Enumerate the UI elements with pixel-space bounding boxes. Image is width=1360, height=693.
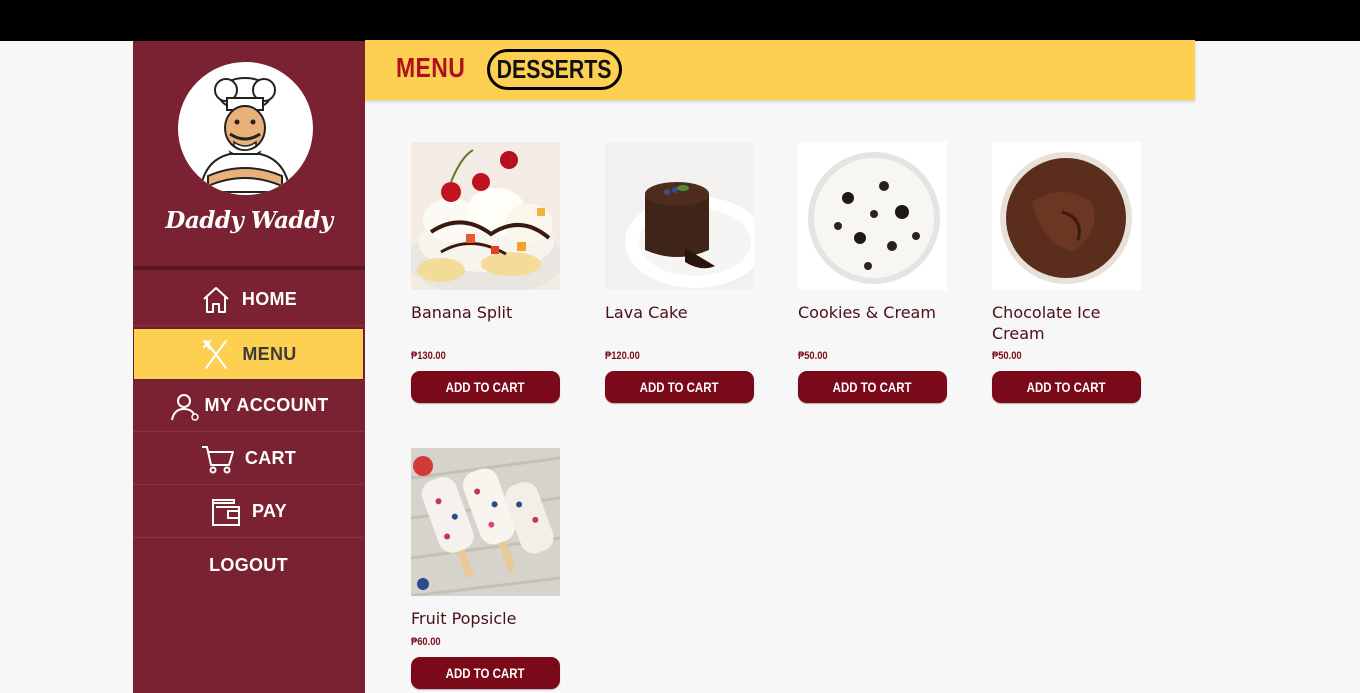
- home-icon: [200, 284, 232, 316]
- button-label: ADD TO CART: [446, 379, 525, 395]
- product-image: [992, 142, 1141, 290]
- product-name: Fruit Popsicle: [411, 609, 517, 628]
- sidebar-item-label: MENU: [242, 343, 297, 364]
- product-price: ₱60.00: [411, 636, 441, 648]
- product-card-fruit-popsicle: Fruit Popsicle ₱60.00 ADD TO CART: [411, 448, 560, 689]
- sidebar-item-label: LOGOUT: [209, 554, 288, 575]
- product-price: ₱50.00: [992, 350, 1022, 362]
- product-card-banana-split: Banana Split ₱130.00 ADD TO CART: [411, 142, 560, 403]
- wallet-icon: [210, 496, 242, 528]
- chef-logo-avatar: [178, 62, 313, 195]
- sidebar-item-logout[interactable]: LOGOUT: [133, 539, 364, 591]
- product-image: [798, 142, 947, 290]
- sidebar-item-home[interactable]: HOME: [133, 274, 364, 326]
- brand-name: Daddy Waddy: [165, 207, 333, 234]
- product-card-cookies-and-cream: Cookies & Cream ₱50.00 ADD TO CART: [798, 142, 947, 403]
- product-price: ₱50.00: [798, 350, 828, 362]
- add-to-cart-button[interactable]: ADD TO CART: [411, 371, 560, 403]
- add-to-cart-button[interactable]: ADD TO CART: [798, 371, 947, 403]
- user-icon: [169, 390, 201, 422]
- sidebar-item-label: CART: [244, 448, 297, 468]
- category-pill-desserts[interactable]: DESSERTS: [487, 49, 622, 90]
- product-price: ₱130.00: [411, 350, 446, 362]
- add-to-cart-button[interactable]: ADD TO CART: [992, 371, 1141, 403]
- sidebar-item-menu[interactable]: MENU: [133, 328, 364, 380]
- product-name: Lava Cake: [605, 303, 688, 322]
- page-header: MENU DESSERTS: [365, 40, 1195, 100]
- product-card-chocolate-ice-cream: Chocolate Ice Cream ₱50.00 ADD TO CART: [992, 142, 1141, 403]
- product-name: Chocolate Ice Cream: [992, 303, 1101, 343]
- sidebar-item-pay[interactable]: PAY: [133, 486, 364, 538]
- product-card-lava-cake: Lava Cake ₱120.00 ADD TO CART: [605, 142, 754, 403]
- utensils-icon: [200, 338, 232, 370]
- button-label: ADD TO CART: [1027, 379, 1106, 395]
- sidebar-item-label: HOME: [241, 289, 298, 309]
- sidebar: Daddy Waddy HOME MENU MY ACCOUNT CART PA…: [133, 41, 365, 693]
- sidebar-divider: [133, 266, 365, 270]
- sidebar-item-label: PAY: [252, 501, 287, 521]
- product-name: Banana Split: [411, 303, 513, 322]
- add-to-cart-button[interactable]: ADD TO CART: [605, 371, 754, 403]
- cart-icon: [201, 443, 235, 475]
- product-name: Cookies & Cream: [798, 303, 936, 322]
- button-label: ADD TO CART: [833, 379, 912, 395]
- product-price: ₱120.00: [605, 350, 640, 362]
- top-bar: [0, 0, 1360, 41]
- add-to-cart-button[interactable]: ADD TO CART: [411, 657, 560, 689]
- button-label: ADD TO CART: [640, 379, 719, 395]
- product-image: [605, 142, 754, 290]
- sidebar-item-cart[interactable]: CART: [133, 433, 364, 485]
- button-label: ADD TO CART: [446, 665, 525, 681]
- page-title: MENU: [396, 52, 466, 83]
- sidebar-item-label: MY ACCOUNT: [204, 395, 329, 415]
- sidebar-item-my-account[interactable]: MY ACCOUNT: [133, 380, 364, 432]
- category-label: DESSERTS: [497, 54, 612, 84]
- product-image: [411, 142, 560, 290]
- product-image: [411, 448, 560, 596]
